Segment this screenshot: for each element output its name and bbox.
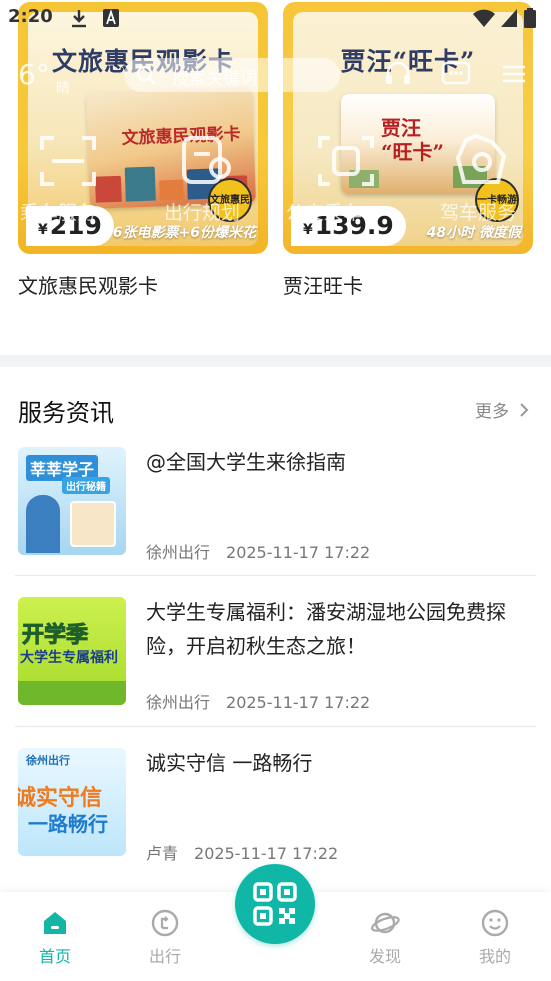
news-headline: @全国大学生来徐指南 — [146, 450, 346, 474]
signal-icon — [501, 9, 517, 27]
scan-frame-icon[interactable] — [38, 134, 98, 188]
message-icon[interactable] — [440, 58, 472, 90]
tab-label: 我的 — [478, 947, 511, 966]
more-link[interactable]: 更多 — [475, 397, 529, 422]
card-photo-text: 贾汪 “旺卡” — [381, 116, 445, 164]
grass-strip — [18, 681, 126, 705]
news-thumbnail: 开学季 大学生专属福利 — [18, 597, 126, 705]
thumb-brand: 徐州出行 — [26, 754, 70, 767]
news-source: 徐州出行 — [146, 693, 211, 712]
tab-mine[interactable]: 我的 — [455, 908, 535, 967]
tab-home[interactable]: 首页 — [15, 908, 95, 967]
news-time: 2025-11-17 17:22 — [226, 693, 371, 712]
news-meta: 徐州出行 2025-11-17 17:22 — [146, 539, 370, 563]
home-icon — [44, 912, 66, 934]
news-time: 2025-11-17 17:22 — [194, 844, 339, 863]
chevron-right-icon — [520, 402, 529, 417]
headset-icon[interactable] — [382, 58, 414, 90]
menu-icon[interactable] — [498, 58, 530, 90]
download-icon — [72, 10, 86, 28]
news-thumbnail: 莘莘学子 出行秘籍 — [18, 447, 126, 555]
qr-code-icon — [253, 882, 297, 926]
news-source: 卢青 — [146, 844, 179, 863]
smile-face-icon — [481, 909, 509, 937]
search-placeholder: 搜索关键词 — [172, 69, 257, 89]
bottom-tab-bar: 首页 出行 发现 我的 — [0, 864, 551, 981]
tab-label: 发现 — [368, 947, 401, 966]
status-time: 2:20 — [8, 6, 53, 27]
card-name[interactable]: 贾汪旺卡 — [283, 270, 363, 299]
car-service-icon[interactable] — [452, 134, 512, 188]
search-icon — [136, 65, 156, 85]
thumb-subtitle: 出行秘籍 — [62, 477, 110, 494]
news-meta: 卢青 2025-11-17 17:22 — [146, 840, 338, 864]
news-headline: 诚实守信 一路畅行 — [146, 751, 313, 775]
building-shape — [94, 175, 122, 203]
news-headline: 大学生专属福利：潘安湖湿地公园免费探险，开启初秋生态之旅！ — [146, 600, 506, 658]
text-a-icon — [103, 9, 119, 27]
home-screen: 文旅惠民观影卡 文旅惠民观影卡 文旅惠民 ¥ 219 6张电影票+6份爆米花 文… — [0, 0, 551, 981]
news-item[interactable]: 徐州出行 诚实守信 一路畅行 诚实守信 一路畅行 卢青 2025-11-17 17… — [18, 748, 535, 863]
card-description: 6张电影票+6份爆米花 — [112, 225, 256, 241]
section-title: 服务资讯 — [18, 399, 114, 427]
scan-code-button[interactable] — [235, 864, 315, 944]
search-input[interactable]: 搜索关键词 — [124, 58, 340, 92]
status-bar: 2:20 — [0, 0, 551, 36]
more-label: 更多 — [475, 402, 509, 422]
news-item[interactable]: 莘莘学子 出行秘籍 @全国大学生来徐指南 徐州出行 2025-11-17 17:2… — [18, 447, 535, 562]
quick-service-label[interactable]: 乘车服务 — [20, 198, 96, 225]
tab-label: 出行 — [148, 947, 181, 966]
thumb-subtitle: 一路畅行 — [28, 812, 108, 836]
quick-service-label[interactable]: 公交乘车 — [286, 198, 362, 225]
student-figure — [26, 495, 60, 553]
wifi-icon — [473, 9, 495, 27]
news-item[interactable]: 开学季 大学生专属福利 大学生专属福利：潘安湖湿地公园免费探险，开启初秋生态之旅… — [18, 597, 535, 712]
quick-service-label[interactable]: 出行规划 — [164, 198, 240, 225]
thumb-subtitle: 大学生专属福利 — [20, 650, 118, 666]
planet-icon — [370, 912, 400, 934]
tab-discover[interactable]: 发现 — [345, 908, 425, 967]
news-meta: 徐州出行 2025-11-17 17:22 — [146, 689, 370, 713]
section-divider — [0, 355, 551, 367]
travel-icon — [151, 909, 179, 937]
thumb-title: 开学季 — [21, 623, 89, 649]
news-time: 2025-11-17 17:22 — [226, 543, 371, 562]
tab-travel[interactable]: 出行 — [125, 908, 205, 967]
news-thumbnail: 徐州出行 诚实守信 一路畅行 — [18, 748, 126, 856]
bus-icon[interactable] — [316, 134, 376, 188]
building-shape — [124, 166, 156, 202]
service-news-section: 服务资讯 更多 莘莘学子 出行秘籍 @全国大学生来徐指南 徐州出行 2025-11… — [0, 367, 551, 892]
pass-card — [70, 501, 116, 547]
quick-service-label[interactable]: 驾车服务 — [440, 198, 516, 225]
card-name[interactable]: 文旅惠民观影卡 — [18, 270, 158, 299]
list-divider — [15, 575, 536, 576]
news-source: 徐州出行 — [146, 543, 211, 562]
tab-label: 首页 — [38, 947, 71, 966]
battery-icon — [524, 8, 536, 28]
route-plan-icon[interactable] — [176, 134, 236, 188]
list-divider — [15, 726, 536, 727]
card-description: 48小时 微度假 — [426, 225, 521, 241]
